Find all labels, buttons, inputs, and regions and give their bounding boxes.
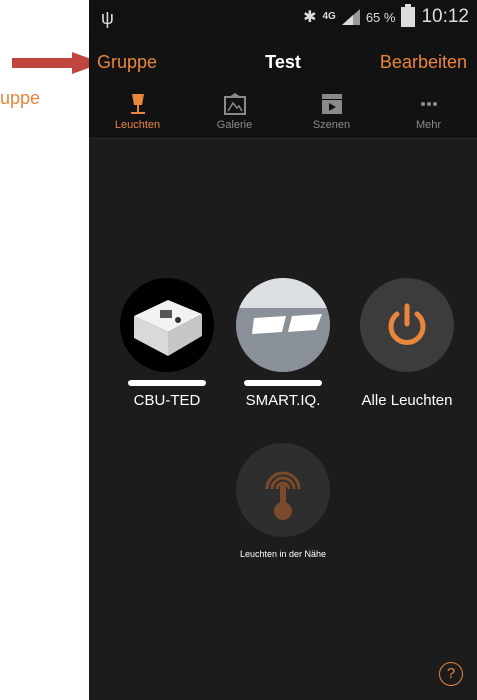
device-label: Alle Leuchten (361, 392, 453, 409)
edit-button[interactable]: Bearbeiten (380, 52, 467, 73)
battery-percent: 65 % (365, 9, 396, 25)
battery-icon (401, 4, 416, 27)
signal-icon (341, 9, 360, 25)
device-image (360, 278, 454, 372)
scenes-icon (321, 94, 342, 114)
tab-label: Mehr (415, 119, 442, 131)
phone-screen: ψ ✱ 4G 65 % 10:12 Gruppe Test Bearbeiten… (89, 0, 477, 700)
nearby-signal-icon (265, 471, 301, 520)
device-image (236, 278, 330, 372)
navigation-bar: Gruppe Test Bearbeiten (89, 36, 477, 86)
tab-label: Galerie (216, 119, 253, 131)
device-label: SMART.IQ. (245, 392, 321, 409)
tab-mehr[interactable]: Mehr (380, 86, 477, 138)
device-cbu-ted[interactable]: CBU-TED (117, 278, 217, 409)
gallery-icon (223, 93, 246, 115)
back-button[interactable]: Gruppe (97, 52, 157, 73)
tab-bar: Leuchten Galerie Szenen Mehr (89, 86, 477, 139)
annotation-label: uppe (0, 88, 41, 108)
lamp-icon (130, 94, 145, 114)
status-bar: ψ ✱ 4G 65 % 10:12 (89, 0, 477, 36)
smart-iq-device-icon (236, 278, 330, 372)
tab-galerie[interactable]: Galerie (186, 86, 283, 138)
help-button[interactable]: ? (439, 662, 463, 686)
cbu-device-icon (134, 300, 202, 356)
more-icon (420, 102, 437, 106)
device-signal-bar (128, 380, 206, 386)
tab-leuchten[interactable]: Leuchten (89, 86, 186, 138)
network-indicator: 4G (322, 11, 336, 22)
tab-szenen[interactable]: Szenen (283, 86, 380, 138)
usb-icon: ψ (101, 8, 114, 28)
nearby-label: Leuchten in der Nähe (239, 549, 327, 559)
device-all-lights[interactable]: Alle Leuchten (351, 278, 463, 409)
device-image (236, 443, 330, 537)
tab-label: Leuchten (114, 119, 161, 131)
bluetooth-icon: ✱ (303, 9, 317, 26)
device-signal-bar (244, 380, 322, 386)
device-image (120, 278, 214, 372)
nearby-lights-button[interactable]: Leuchten in der Nähe (229, 443, 337, 559)
power-icon (388, 303, 426, 345)
clock: 10:12 (421, 6, 469, 27)
tab-label: Szenen (312, 119, 351, 131)
device-label: CBU-TED (133, 392, 201, 409)
device-smart-iq[interactable]: SMART.IQ. (233, 278, 333, 409)
